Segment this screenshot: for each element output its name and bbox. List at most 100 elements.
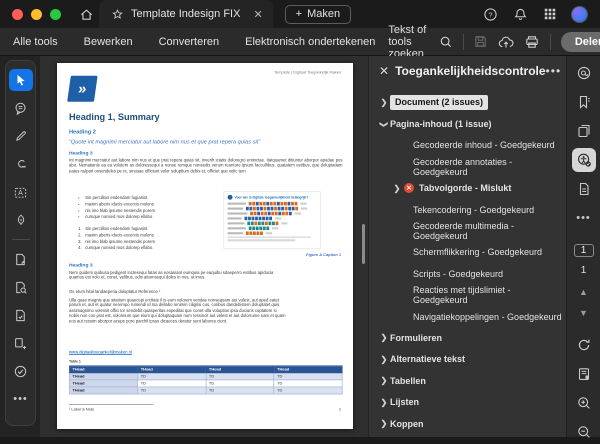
highlight-pen-tool-button[interactable]: [9, 125, 33, 147]
user-avatar[interactable]: [571, 5, 588, 23]
menu-elektronisch-ondertekenen[interactable]: Elektronisch ondertekenen: [232, 36, 388, 48]
save-icon[interactable]: [473, 33, 488, 51]
tree-item-tabellen[interactable]: ❯ Tabellen: [369, 370, 566, 391]
page-number-input[interactable]: 1: [573, 244, 594, 257]
document-tab[interactable]: Template Indesign FIX ✕: [99, 0, 273, 28]
next-page-chevron-icon[interactable]: ▼: [579, 308, 588, 318]
share-button[interactable]: Delen: [560, 31, 600, 52]
refresh-icon[interactable]: [572, 333, 596, 357]
tree-item-label: Tekencodering - Goedgekeurd: [413, 204, 535, 215]
check-circle-tool-button[interactable]: [9, 360, 33, 382]
doc-numbered-list: Sin percilitos endendam fugianist maxim …: [78, 227, 212, 252]
minimize-window-button[interactable]: [31, 8, 42, 20]
tree-item-alternatieve-tekst[interactable]: ❯ Alternatieve tekst: [369, 349, 566, 370]
home-button[interactable]: [73, 3, 99, 25]
left-tool-rail: A •••: [0, 56, 40, 437]
chevron-right-icon[interactable]: ❯: [391, 184, 403, 193]
chevron-right-icon[interactable]: ❯: [378, 398, 390, 407]
doc-quote: “Quote int magnimi merciatur aut labore …: [68, 138, 261, 145]
scan-search-tool-button[interactable]: [9, 276, 33, 298]
zoom-out-icon[interactable]: [572, 420, 596, 444]
print-icon[interactable]: [524, 33, 540, 51]
chevron-right-icon[interactable]: ❯: [378, 333, 390, 342]
select-text-tool-button[interactable]: A: [9, 181, 33, 203]
help-icon[interactable]: ?: [481, 5, 499, 23]
more-tools-button[interactable]: •••: [9, 388, 33, 410]
failed-status-icon: ✕: [404, 183, 414, 194]
accessibility-panel-button[interactable]: [571, 148, 596, 172]
doc-hyperlink[interactable]: www.digitaaltoegankelijkmaken.nl: [69, 351, 132, 355]
attachments-panel-button[interactable]: [572, 177, 596, 201]
table-cell: TD: [273, 379, 343, 388]
vertical-scrollbar[interactable]: [362, 224, 365, 264]
panel-options-icon[interactable]: •••: [546, 64, 562, 78]
comments-panel-button[interactable]: [572, 61, 596, 85]
star-icon[interactable]: [111, 8, 124, 21]
tree-item-document[interactable]: ❯ Document (2 issues): [369, 92, 566, 113]
create-button[interactable]: + Maken: [284, 4, 352, 24]
figure-logo-icon: [227, 194, 233, 200]
doc-footnote: ¹ Label & Note: [68, 407, 95, 412]
tree-item-label: Pagina-inhoud (1 issue): [390, 119, 492, 130]
menu-bewerken[interactable]: Bewerken: [71, 36, 146, 48]
bookmarks-panel-button[interactable]: [572, 90, 596, 114]
create-button-label: Maken: [307, 8, 341, 20]
tree-item-formulieren[interactable]: ❯ Formulieren: [369, 327, 566, 348]
figure-fineprint: [227, 239, 296, 242]
tree-item-tabvolgorde[interactable]: ❯ ✕ Tabvolgorde - Mislukt: [369, 178, 566, 199]
notifications-bell-icon[interactable]: [511, 5, 529, 23]
edit-page-tool-button[interactable]: [9, 248, 33, 270]
zoom-in-icon[interactable]: [572, 391, 596, 415]
chevron-right-icon[interactable]: ❯: [378, 355, 390, 364]
protect-document-tool-button[interactable]: [9, 304, 33, 326]
main-area: A ••• Template | Digitaal Toegankelijk M…: [0, 56, 600, 438]
tree-item-pagina-inhoud[interactable]: ❯ Pagina-inhoud (1 issue): [369, 113, 566, 134]
organize-pages-tool-button[interactable]: [9, 332, 33, 354]
tree-item-tekencodering[interactable]: Tekencodering - Goedgekeurd: [369, 199, 566, 220]
toolbar-divider: [462, 33, 464, 50]
figure-title: Voor wie is digitale toegankelijkheid be…: [234, 195, 309, 200]
tree-item-gecodeerde-multimedia[interactable]: Gecodeerde multimedia - Goedgekeurd: [369, 220, 566, 241]
page-display-settings-icon[interactable]: [572, 362, 596, 386]
tree-item-scripts[interactable]: Scripts - Goedgekeurd: [369, 263, 566, 284]
doc-lists: Sin percilitos endendam fugianist maxim …: [78, 196, 212, 252]
previous-page-chevron-icon[interactable]: ▲: [579, 287, 588, 297]
menu-converteren[interactable]: Converteren: [146, 36, 233, 48]
tree-item-lijsten[interactable]: ❯ Lijsten: [369, 391, 566, 412]
tree-item-gecodeerde-annotaties[interactable]: Gecodeerde annotaties - Goedgekeurd: [369, 156, 566, 177]
chevron-right-icon[interactable]: ❯: [378, 98, 390, 107]
svg-text:?: ?: [488, 10, 492, 19]
tree-item-gecodeerde-inhoud[interactable]: Gecodeerde inhoud - Goedgekeurd: [369, 135, 566, 156]
select-tool-button[interactable]: [8, 69, 33, 91]
fill-sign-tool-button[interactable]: [9, 209, 33, 231]
tree-item-label: Document (2 issues): [390, 94, 489, 111]
tree-item-schermflikkering[interactable]: Schermflikkering - Goedgekeurd: [369, 242, 566, 263]
apps-grid-icon[interactable]: [541, 5, 559, 23]
table-row: THead TD TD TD: [68, 379, 343, 388]
chevron-right-icon[interactable]: ❯: [378, 376, 390, 385]
search-input[interactable]: Tekst of tools zoeken: [388, 24, 452, 60]
comment-tool-button[interactable]: [9, 97, 33, 119]
tree-item-reacties-met-tijdslimiet[interactable]: Reacties met tijdslimiet - Goedgekeurd: [369, 285, 566, 306]
tree-item-label: Reacties met tijdslimiet - Goedgekeurd: [413, 285, 511, 306]
close-panel-icon[interactable]: ✕: [379, 64, 389, 78]
more-panels-button[interactable]: •••: [572, 206, 596, 230]
table-cell: TD: [273, 372, 343, 381]
menu-alle-tools[interactable]: Alle tools: [0, 36, 71, 48]
doc-heading3: Heading 3: [68, 151, 93, 157]
table-cell: THead: [68, 386, 138, 395]
draw-lasso-tool-button[interactable]: [9, 153, 33, 175]
chevron-down-icon[interactable]: ❯: [380, 118, 389, 130]
maximize-window-button[interactable]: [50, 8, 61, 20]
tree-item-koppen[interactable]: ❯ Koppen: [369, 413, 566, 434]
tree-item-label: Lijsten: [390, 397, 420, 408]
close-tab-icon[interactable]: ✕: [253, 8, 262, 21]
tree-item-navigatiekoppelingen[interactable]: Navigatiekoppelingen - Goedgekeurd: [369, 306, 566, 327]
close-window-button[interactable]: [12, 8, 23, 20]
pages-panel-button[interactable]: [572, 119, 596, 143]
table-cell: TD: [205, 379, 275, 388]
pdf-page[interactable]: Template | Digitaal Toegankelijk Maken »…: [57, 63, 353, 429]
upload-cloud-icon[interactable]: [498, 33, 514, 51]
doc-reference-line: Os etum hital landaeperia doluptatur Ref…: [68, 290, 161, 295]
chevron-right-icon[interactable]: ❯: [378, 419, 390, 428]
